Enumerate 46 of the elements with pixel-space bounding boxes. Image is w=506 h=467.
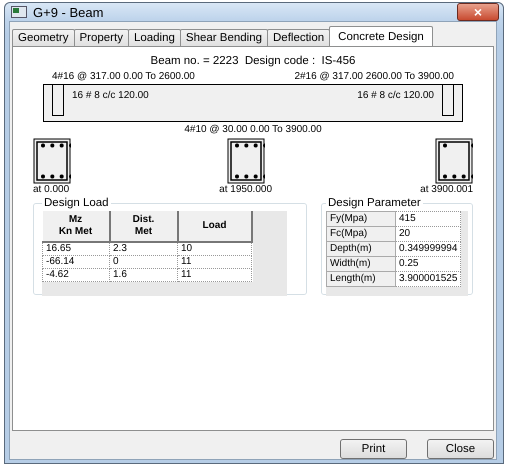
dialog-button[interactable]: Close: [427, 439, 494, 459]
tab[interactable]: Loading: [128, 29, 181, 46]
rebar-label: 2#16 @ 317.00 2600.00 To 3900.00: [294, 71, 454, 82]
section-label: at 0.000: [33, 184, 70, 195]
rebar-label: 4#16 @ 317.00 0.00 To 2600.00: [52, 71, 195, 82]
table-cell: 0.349999994: [396, 242, 461, 256]
beam-section-drawing: [226, 138, 265, 184]
table-cell: 0: [110, 256, 178, 268]
table-cell: Fy(Mpa): [326, 212, 396, 226]
beam-section-drawing: [435, 138, 473, 184]
group-title: Design Load: [43, 197, 110, 209]
dialog-button[interactable]: Print: [340, 439, 407, 459]
window-title: G+9 - Beam: [33, 4, 104, 20]
column-header: Load: [178, 211, 252, 242]
table-cell: 1.6: [110, 268, 178, 282]
stirrup-label: 16 # 8 c/c 120.00: [72, 90, 149, 103]
group-title: Design Parameter: [327, 197, 422, 209]
tab[interactable]: Shear Bending: [180, 29, 268, 46]
section-label: at 3900.001: [420, 184, 473, 195]
beam-heading: Beam no. = 2223 Design code : IS-456: [150, 55, 356, 67]
column-header: Dist. Met: [110, 211, 178, 242]
tab[interactable]: Deflection: [267, 29, 330, 46]
tab[interactable]: Concrete Design: [329, 26, 433, 46]
table-cell: 11: [178, 268, 252, 282]
tab[interactable]: Property: [74, 29, 129, 46]
table-cell: 10: [178, 242, 252, 256]
table-cell: 3.900001525: [396, 272, 461, 286]
table-cell: Depth(m): [326, 242, 396, 256]
table-cell: 0.25: [396, 256, 461, 272]
beam-section-drawing: [33, 138, 71, 184]
tab[interactable]: Geometry: [12, 29, 74, 46]
table-cell: Width(m): [326, 256, 396, 272]
rebar-label: 4#10 @ 30.00 0.00 To 3900.00: [184, 124, 322, 135]
section-label: at 1950.000: [219, 184, 272, 195]
table-cell: 2.3: [110, 242, 178, 256]
table-cell: Length(m): [326, 272, 396, 286]
table-cell: 415: [396, 212, 461, 226]
stirrup-label: 16 # 8 c/c 120.00: [357, 90, 434, 103]
table-cell: 11: [178, 256, 252, 268]
table-cell: Fc(Mpa): [326, 226, 396, 242]
table-cell: -66.14: [42, 256, 110, 268]
table-cell: 16.65: [42, 242, 110, 256]
window-icon: [11, 6, 27, 18]
table-cell: 20: [396, 226, 461, 242]
column-header: Mz Kn Met: [42, 211, 110, 242]
table-cell: -4.62: [42, 268, 110, 282]
